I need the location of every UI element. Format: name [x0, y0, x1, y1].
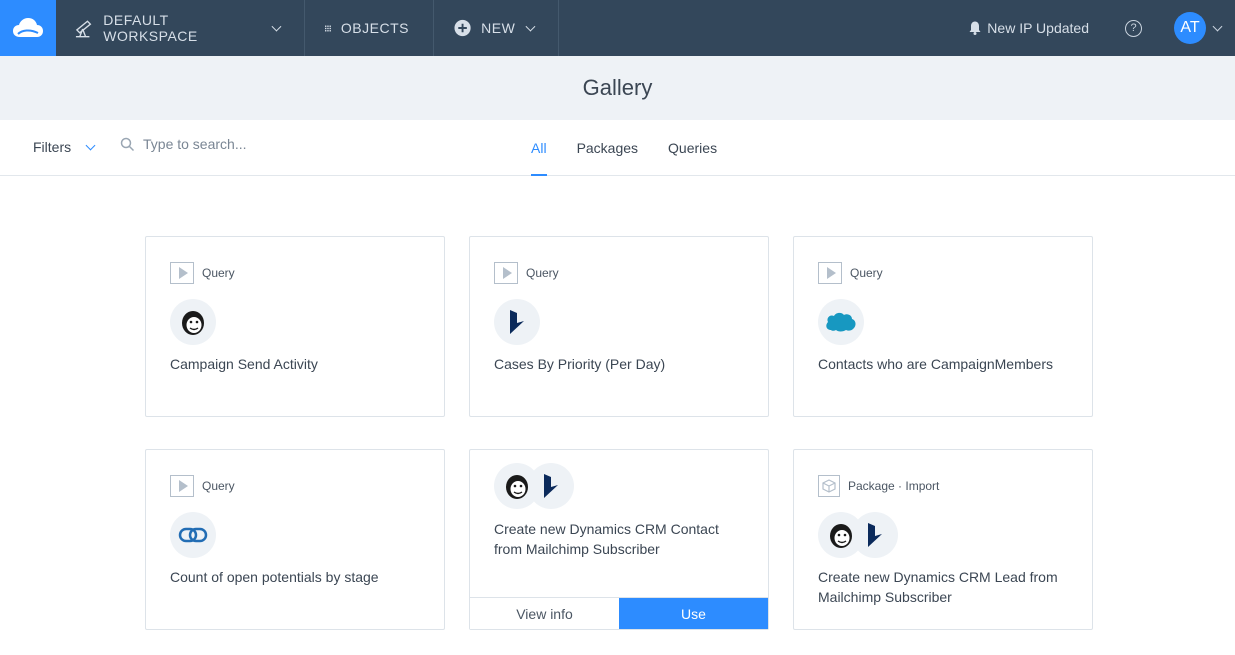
objects-menu[interactable]: OBJECTS — [305, 0, 434, 56]
bell-icon — [969, 21, 981, 35]
salesforce-logo-icon — [818, 299, 864, 345]
workspace-selector[interactable]: DEFAULT WORKSPACE — [56, 0, 305, 56]
card-type: Query — [170, 262, 235, 284]
gallery-card[interactable]: Query Cases By Priority (Per Day) — [469, 236, 769, 417]
plus-circle-icon — [454, 19, 471, 37]
card-type-label: Query — [202, 479, 235, 493]
notification-label: New IP Updated — [987, 20, 1089, 36]
avatar[interactable]: AT — [1174, 12, 1206, 44]
filters-label: Filters — [33, 139, 72, 155]
card-actions: View info Use — [470, 597, 768, 629]
card-type-label: Query — [850, 266, 883, 280]
new-menu[interactable]: NEW — [434, 0, 559, 56]
search-input[interactable] — [143, 136, 343, 152]
gallery-card[interactable]: Create new Dynamics CRM Contact from Mai… — [469, 449, 769, 630]
gallery-card[interactable]: Query Contacts who are CampaignMembers — [793, 236, 1093, 417]
card-type: Query — [170, 475, 235, 497]
objects-label: OBJECTS — [340, 20, 409, 36]
page-header: Gallery — [0, 56, 1235, 120]
tab-queries[interactable]: Queries — [668, 120, 717, 176]
card-type-label: Query — [202, 266, 235, 280]
view-info-button[interactable]: View info — [470, 598, 619, 629]
play-icon — [494, 262, 518, 284]
dynamics-logo-icon — [852, 512, 898, 558]
topbar-right-group: New IP Updated ? AT — [969, 0, 1235, 56]
notification-button[interactable]: New IP Updated — [969, 20, 1089, 36]
dynamics-logo-icon — [528, 463, 574, 509]
tab-packages[interactable]: Packages — [577, 120, 638, 176]
page-title: Gallery — [582, 75, 653, 100]
card-type: Package · Import — [818, 475, 939, 497]
card-type-label: Package · Import — [848, 479, 940, 493]
card-title: Contacts who are CampaignMembers — [818, 356, 1053, 372]
search-icon — [120, 137, 135, 151]
new-label: NEW — [481, 20, 516, 36]
cloud-logo-icon — [13, 18, 43, 37]
grid-icon — [325, 25, 331, 31]
chevron-down-icon — [525, 21, 536, 31]
card-title: Count of open potentials by stage — [170, 569, 379, 585]
play-icon — [818, 262, 842, 284]
zoho-logo-icon — [170, 512, 216, 558]
card-title: Campaign Send Activity — [170, 356, 318, 372]
card-type: Query — [818, 262, 883, 284]
chevron-down-icon — [85, 140, 96, 150]
play-icon — [170, 475, 194, 497]
play-icon — [170, 262, 194, 284]
top-navigation-bar: DEFAULT WORKSPACE OBJECTS NEW New IP Upd… — [0, 0, 1235, 56]
card-title: Cases By Priority (Per Day) — [494, 356, 666, 372]
filter-bar: Filters All Packages Queries — [0, 120, 1235, 176]
mailchimp-logo-icon — [170, 299, 216, 345]
package-icon — [818, 475, 840, 497]
workspace-label: DEFAULT WORKSPACE — [103, 12, 198, 44]
card-title: Create new Dynamics CRM Contact from Mai… — [494, 521, 719, 557]
tab-all[interactable]: All — [531, 120, 547, 176]
app-logo-button[interactable] — [0, 0, 56, 56]
help-icon[interactable]: ? — [1125, 19, 1142, 37]
gallery-tabs: All Packages Queries — [531, 120, 717, 176]
dynamics-logo-icon — [494, 299, 540, 345]
telescope-icon — [75, 20, 92, 38]
card-type: Query — [494, 262, 559, 284]
filters-dropdown[interactable]: Filters — [33, 139, 96, 155]
gallery-card[interactable]: Package · Import Create new Dynamics CRM… — [793, 449, 1093, 630]
search-box — [120, 136, 343, 152]
card-title: Create new Dynamics CRM Lead from Mailch… — [818, 569, 1058, 605]
gallery-card[interactable]: Query Campaign Send Activity — [145, 236, 445, 417]
use-button[interactable]: Use — [619, 598, 768, 629]
chevron-down-icon — [271, 21, 282, 31]
chevron-down-icon[interactable] — [1212, 21, 1223, 31]
gallery-card[interactable]: Query Count of open potentials by stage — [145, 449, 445, 630]
card-type-label: Query — [526, 266, 559, 280]
